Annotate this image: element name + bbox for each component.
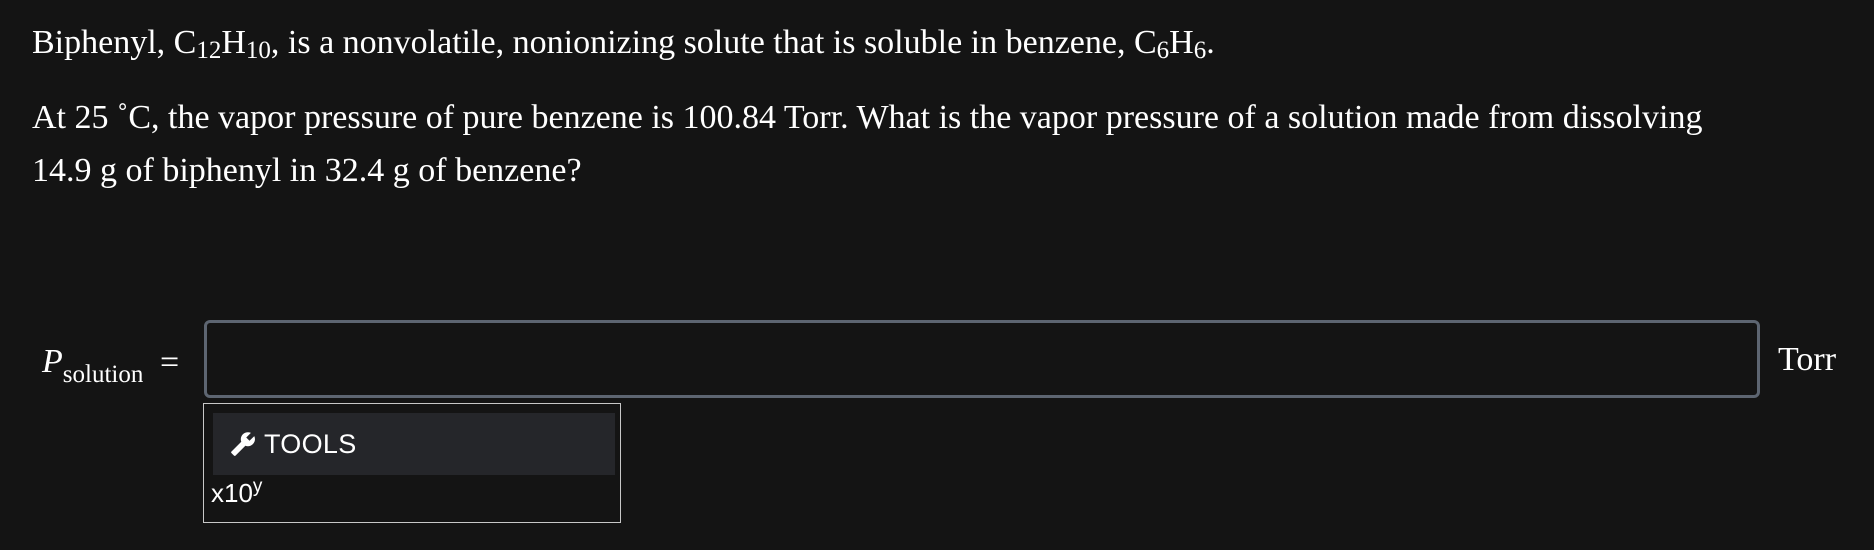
question-text: H — [221, 24, 246, 61]
sci-exponent: y — [252, 476, 263, 497]
tools-button[interactable]: TOOLS — [213, 413, 615, 475]
question-text: H — [1169, 24, 1194, 61]
sci-base: x10 — [211, 478, 253, 508]
subscript: 6 — [1156, 37, 1170, 64]
question-text: , is a nonvolatile, nonionizing solute t… — [270, 24, 1157, 61]
equals-sign: = — [160, 344, 180, 381]
question-line-2: At 25 ˚C, the vapor pressure of pure ben… — [32, 99, 1703, 136]
unit-label: Torr — [1778, 341, 1837, 378]
question-line-3: 14.9 g of biphenyl in 32.4 g of benzene? — [32, 152, 582, 189]
answer-input[interactable] — [204, 320, 1760, 398]
variable-subscript: solution — [62, 361, 144, 388]
scientific-notation-button[interactable]: x10y — [211, 476, 263, 512]
question-text: Biphenyl, C — [32, 24, 197, 61]
wrench-icon — [230, 431, 256, 457]
tools-panel: TOOLS x10y — [203, 403, 621, 523]
tools-label: TOOLS — [264, 428, 357, 459]
subscript: 12 — [196, 37, 222, 64]
subscript: 6 — [1193, 37, 1207, 64]
subscript: 10 — [245, 37, 271, 64]
question-text: . — [1206, 24, 1215, 61]
question-line-1: Biphenyl, C12H10, is a nonvolatile, noni… — [32, 23, 1215, 66]
answer-variable-label: Psolution — [42, 342, 144, 388]
variable-symbol: P — [42, 343, 63, 380]
